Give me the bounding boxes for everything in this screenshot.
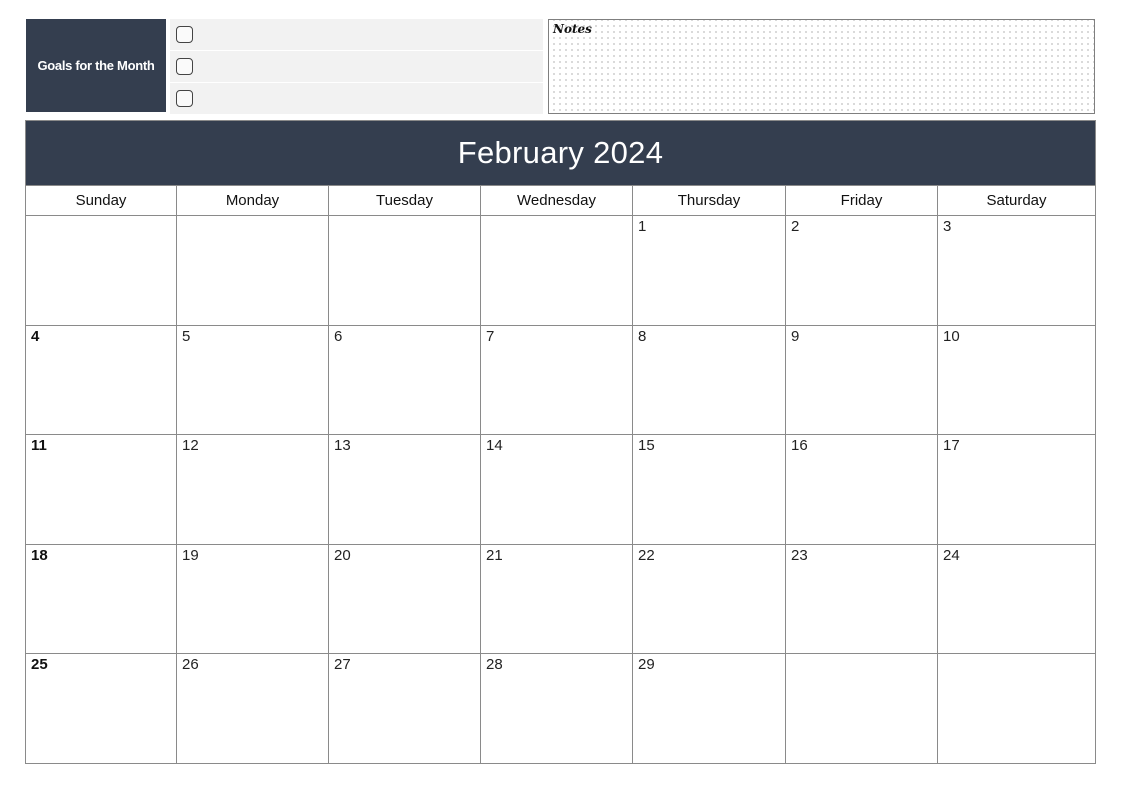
day-number: 9 xyxy=(791,327,800,345)
day-cell[interactable]: 11 xyxy=(25,435,177,545)
notes-box[interactable]: Notes xyxy=(548,19,1095,114)
day-cell[interactable]: 8 xyxy=(633,325,786,436)
goal-checkbox[interactable] xyxy=(176,58,193,75)
weekday-tuesday: Tuesday xyxy=(329,186,481,216)
day-cell[interactable]: 17 xyxy=(938,435,1096,545)
notes-label: Notes xyxy=(553,22,592,36)
month-title: February 2024 xyxy=(25,120,1096,186)
day-number: 29 xyxy=(638,656,655,674)
day-number: 7 xyxy=(486,327,495,345)
day-cell[interactable]: 7 xyxy=(481,325,633,436)
day-number: 27 xyxy=(334,656,351,674)
day-cell[interactable]: 2 xyxy=(786,216,938,326)
day-cell[interactable]: 21 xyxy=(481,544,633,655)
day-cell[interactable]: 25 xyxy=(25,654,177,764)
day-cell[interactable]: 20 xyxy=(329,544,481,655)
empty-day-cell[interactable] xyxy=(177,216,329,326)
day-cell[interactable]: 19 xyxy=(177,544,329,655)
weekday-saturday: Saturday xyxy=(938,186,1096,216)
day-number: 16 xyxy=(791,437,808,455)
day-number: 19 xyxy=(182,546,199,564)
day-number: 25 xyxy=(31,656,48,674)
day-cell[interactable]: 6 xyxy=(329,325,481,436)
day-cell[interactable]: 18 xyxy=(25,544,177,655)
day-number: 18 xyxy=(31,546,48,564)
goal-checkbox[interactable] xyxy=(176,90,193,107)
empty-day-cell[interactable] xyxy=(938,654,1096,764)
day-cell[interactable]: 3 xyxy=(938,216,1096,326)
day-number: 6 xyxy=(334,327,343,345)
day-number: 5 xyxy=(182,327,191,345)
day-cell[interactable]: 15 xyxy=(633,435,786,545)
empty-day-cell[interactable] xyxy=(786,654,938,764)
day-cell[interactable]: 10 xyxy=(938,325,1096,436)
goals-for-month-label: Goals for the Month xyxy=(26,19,166,112)
day-number: 22 xyxy=(638,546,655,564)
day-number: 3 xyxy=(943,218,952,235)
day-cell[interactable]: 13 xyxy=(329,435,481,545)
empty-day-cell[interactable] xyxy=(481,216,633,326)
weekday-header-row: Sunday Monday Tuesday Wednesday Thursday Frid… xyxy=(25,186,1096,216)
goals-label-text: Goals for the Month xyxy=(37,58,155,73)
day-cell[interactable]: 14 xyxy=(481,435,633,545)
day-number: 8 xyxy=(638,327,647,345)
goal-item[interactable] xyxy=(170,51,543,83)
day-number: 14 xyxy=(486,437,503,455)
day-cell[interactable]: 23 xyxy=(786,544,938,655)
day-number: 10 xyxy=(943,327,960,345)
day-number: 11 xyxy=(31,437,47,455)
weekday-wednesday: Wednesday xyxy=(481,186,633,216)
day-cell[interactable]: 16 xyxy=(786,435,938,545)
weekday-friday: Friday xyxy=(786,186,938,216)
weekday-monday: Monday xyxy=(177,186,329,216)
day-number: 4 xyxy=(31,327,40,345)
empty-day-cell[interactable] xyxy=(329,216,481,326)
day-number: 17 xyxy=(943,437,960,455)
day-number: 12 xyxy=(182,437,199,455)
day-number: 1 xyxy=(638,218,647,235)
day-number: 21 xyxy=(486,546,503,564)
weekday-sunday: Sunday xyxy=(25,186,177,216)
day-cell[interactable]: 9 xyxy=(786,325,938,436)
goal-checkbox[interactable] xyxy=(176,26,193,43)
day-number: 24 xyxy=(943,546,960,564)
empty-day-cell[interactable] xyxy=(25,216,177,326)
goal-item[interactable] xyxy=(170,83,543,114)
day-cell[interactable]: 4 xyxy=(25,325,177,436)
day-cell[interactable]: 28 xyxy=(481,654,633,764)
goal-item[interactable] xyxy=(170,19,543,51)
day-number: 2 xyxy=(791,218,800,235)
day-number: 20 xyxy=(334,546,351,564)
day-number: 15 xyxy=(638,437,655,455)
day-cell[interactable]: 1 xyxy=(633,216,786,326)
weekday-thursday: Thursday xyxy=(633,186,786,216)
day-grid: 1 2 3 4 5 6 7 8 9 10 11 12 13 14 15 16 17 18 19 20 21 22 23 24 2… xyxy=(25,216,1096,764)
day-number: 23 xyxy=(791,546,808,564)
day-cell[interactable]: 12 xyxy=(177,435,329,545)
day-cell[interactable]: 29 xyxy=(633,654,786,764)
day-number: 13 xyxy=(334,437,351,455)
day-cell[interactable]: 22 xyxy=(633,544,786,655)
calendar: February 2024 Sunday Monday Tuesday Wednesd… xyxy=(25,120,1096,764)
day-cell[interactable]: 27 xyxy=(329,654,481,764)
day-cell[interactable]: 26 xyxy=(177,654,329,764)
day-number: 26 xyxy=(182,656,199,674)
day-cell[interactable]: 24 xyxy=(938,544,1096,655)
day-cell[interactable]: 5 xyxy=(177,325,329,436)
goals-list xyxy=(170,19,543,114)
day-number: 28 xyxy=(486,656,503,674)
